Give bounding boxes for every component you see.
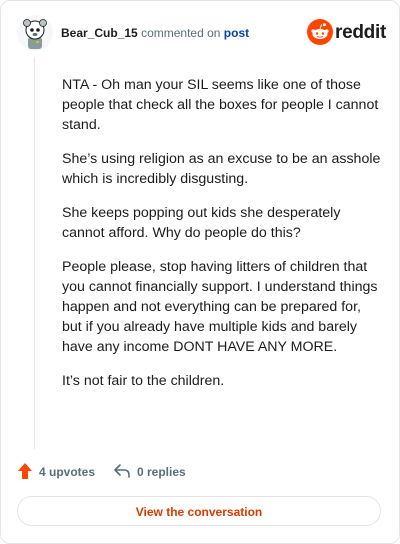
comment-paragraph: It’s not fair to the children. xyxy=(62,373,225,389)
action-text: commented on xyxy=(141,26,221,40)
comment-body: NTA - Oh man your SIL seems like one of … xyxy=(62,75,382,405)
comment-byline: Bear_Cub_15 commented on post xyxy=(61,26,249,40)
thread-line xyxy=(34,57,35,449)
replies-stat[interactable]: 0 replies xyxy=(113,461,186,483)
replies-count: 0 replies xyxy=(137,465,186,479)
comment-card: Bear_Cub_15 commented on post reddit NTA… xyxy=(0,0,400,544)
view-conversation-button[interactable]: View the conversation xyxy=(17,496,381,526)
reddit-snoo-icon xyxy=(307,19,333,45)
upvote-arrow-icon[interactable] xyxy=(17,462,33,483)
reddit-logo[interactable]: reddit xyxy=(307,19,386,47)
reddit-wordmark: reddit xyxy=(335,22,386,43)
reply-arrow-icon[interactable] xyxy=(113,463,131,482)
upvotes-stat[interactable]: 4 upvotes xyxy=(17,461,95,483)
comment-paragraph: NTA - Oh man your SIL seems like one of … xyxy=(62,77,379,133)
snoo-avatar-icon[interactable] xyxy=(17,15,53,51)
comment-paragraph: She keeps popping out kids she desperate… xyxy=(62,205,341,241)
comment-header: Bear_Cub_15 commented on post reddit xyxy=(17,15,386,55)
comment-paragraph: People please, stop having litters of ch… xyxy=(62,259,378,355)
post-link[interactable]: post xyxy=(224,26,249,40)
comment-paragraph: She’s using religion as an excuse to be … xyxy=(62,151,381,187)
username-link[interactable]: Bear_Cub_15 xyxy=(61,26,138,40)
comment-footer: 4 upvotes 0 replies xyxy=(17,461,377,483)
upvotes-count: 4 upvotes xyxy=(39,465,96,479)
